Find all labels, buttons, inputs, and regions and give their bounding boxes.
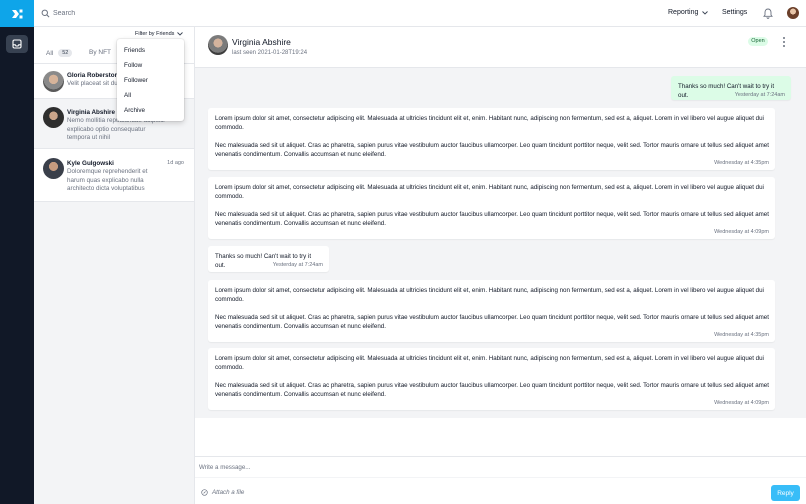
settings-link[interactable]: Settings <box>722 9 747 16</box>
message-time: Wednesday at 4:09pm <box>714 229 769 235</box>
chevron-down-icon <box>177 32 184 36</box>
filter-label: Filter by Friends <box>135 31 175 37</box>
message-time: Yesterday at 7:24am <box>734 92 785 98</box>
conversation-name: Kyle Gulgowski <box>67 160 114 167</box>
composer-divider <box>195 477 806 478</box>
list-empty-area <box>34 202 194 504</box>
conversation-name: Virginia Abshire <box>67 109 115 116</box>
message-composer: Attach a file Reply <box>195 456 806 504</box>
message-thread: Thanks so much! Can't wait to try it out… <box>195 68 806 418</box>
filter-option-all[interactable]: All <box>124 92 131 99</box>
filter-option-archive[interactable]: Archive <box>124 107 145 114</box>
message-time: Wednesday at 4:35pm <box>714 160 769 166</box>
status-badge: Open <box>748 37 768 46</box>
user-avatar[interactable] <box>787 7 799 19</box>
attach-label: Attach a file <box>212 489 245 496</box>
message-input[interactable] <box>199 461 599 473</box>
message-bubble: Lorem ipsum dolor sit amet, consectetur … <box>208 348 775 410</box>
app-rail <box>0 0 34 504</box>
app-logo[interactable] <box>0 0 34 27</box>
message-paragraph: Nec malesuada sed sit ut aliquet. Cras a… <box>215 382 769 399</box>
avatar <box>43 71 64 92</box>
message-paragraph: Lorem ipsum dolor sit amet, consectetur … <box>215 115 764 132</box>
tab-all[interactable]: All 52 <box>46 49 73 57</box>
search-input[interactable] <box>53 7 253 20</box>
filter-option-friends[interactable]: Friends <box>124 47 145 54</box>
conversation-item[interactable]: Kyle Gulgowski 1d ago Doloremque reprehe… <box>34 149 194 202</box>
contact-avatar <box>208 35 228 55</box>
bell-icon[interactable] <box>763 8 773 19</box>
inbox-icon <box>12 39 22 49</box>
conversation-preview: Doloremque reprehenderit et harum quas e… <box>67 168 148 192</box>
paperclip-icon <box>201 489 208 496</box>
top-bar: Reporting Settings <box>34 0 806 27</box>
contact-name: Virginia Abshire <box>232 37 291 47</box>
message-paragraph: Nec malesuada sed sit ut aliquet. Cras a… <box>215 314 769 331</box>
tab-all-label: All <box>46 49 54 57</box>
conversation-time: 1d ago <box>167 160 184 166</box>
reporting-label: Reporting <box>668 9 699 16</box>
last-seen: last seen 2021-01-28T19:24 <box>232 50 308 56</box>
inbox-nav-button[interactable] <box>6 35 28 53</box>
attach-file-button[interactable]: Attach a file <box>201 489 244 496</box>
message-paragraph: Nec malesuada sed sit ut aliquet. Cras a… <box>215 211 769 228</box>
message-bubble-sent: Thanks so much! Can't wait to try it out… <box>671 76 791 100</box>
message-time: Wednesday at 4:09pm <box>714 400 769 406</box>
message-bubble: Lorem ipsum dolor sit amet, consectetur … <box>208 177 775 239</box>
count-badge: 52 <box>58 49 73 57</box>
message-paragraph: Lorem ipsum dolor sit amet, consectetur … <box>215 355 764 372</box>
message-bubble: Lorem ipsum dolor sit amet, consectetur … <box>208 280 775 342</box>
avatar <box>43 107 64 128</box>
logo-icon <box>12 9 23 18</box>
chat-header: Virginia Abshire last seen 2021-01-28T19… <box>195 27 806 68</box>
message-paragraph: Lorem ipsum dolor sit amet, consectetur … <box>215 184 764 201</box>
message-paragraph: Lorem ipsum dolor sit amet, consectetur … <box>215 287 764 304</box>
filter-option-follow[interactable]: Follow <box>124 62 142 69</box>
filter-dropdown-menu: Friends Follow Follower All Archive <box>117 39 184 121</box>
message-bubble: Lorem ipsum dolor sit amet, consectetur … <box>208 108 775 170</box>
search-icon <box>41 9 50 18</box>
message-time: Yesterday at 7:24am <box>272 262 323 268</box>
reply-button[interactable]: Reply <box>771 485 800 501</box>
message-paragraph: Nec malesuada sed sit ut aliquet. Cras a… <box>215 142 769 159</box>
conversation-name: Gloria Roberston <box>67 72 119 79</box>
filter-dropdown-toggle[interactable]: Filter by Friends <box>135 31 184 37</box>
filter-option-follower[interactable]: Follower <box>124 77 148 84</box>
message-time: Wednesday at 4:35pm <box>714 332 769 338</box>
message-bubble: Thanks so much! Can't wait to try it out… <box>208 246 329 272</box>
chevron-down-icon <box>702 10 709 15</box>
more-options-icon[interactable] <box>782 37 786 47</box>
tab-by-nft[interactable]: By NFT <box>89 49 111 56</box>
reporting-menu[interactable]: Reporting <box>668 9 709 16</box>
avatar <box>43 158 64 179</box>
